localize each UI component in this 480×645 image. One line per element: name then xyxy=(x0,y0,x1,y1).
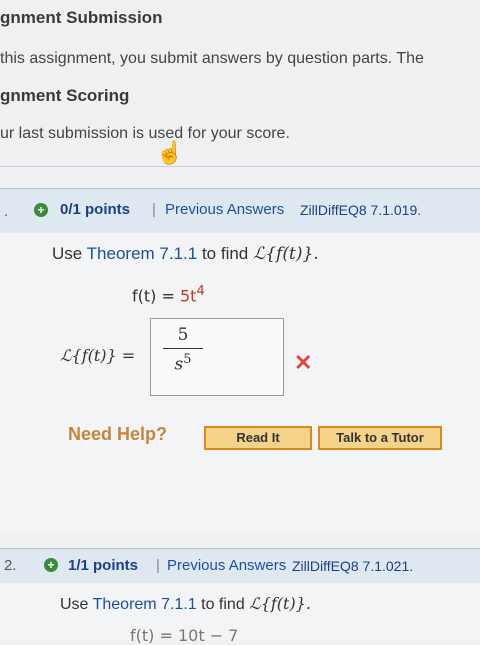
expand-plus-icon[interactable]: + xyxy=(34,203,48,217)
laplace-label: ℒ{f(t)} = xyxy=(60,346,136,365)
answer-box[interactable]: 5 s5 xyxy=(150,318,284,396)
prompt2-to-find: to find xyxy=(201,596,245,613)
prompt-use: Use xyxy=(52,244,83,263)
divider xyxy=(0,166,480,167)
talk-to-tutor-button[interactable]: Talk to a Tutor xyxy=(318,426,442,450)
read-it-button[interactable]: Read It xyxy=(204,426,312,450)
question-1-header: . + 0/1 points | Previous Answers ZillDi… xyxy=(0,188,480,234)
previous-answers-link-2[interactable]: Previous Answers xyxy=(167,557,286,574)
separator-2: | xyxy=(156,557,160,574)
need-help-label: Need Help? xyxy=(68,424,168,444)
prompt2-use: Use xyxy=(60,596,89,613)
question-2-header: 2. + 1/1 points | Previous Answers ZillD… xyxy=(0,548,480,584)
expand-plus-icon-2[interactable]: + xyxy=(44,558,58,572)
incorrect-x-icon: ✕ xyxy=(294,350,313,375)
separator: | xyxy=(152,201,156,218)
assignment-scoring-text: ur last submission is used for your scor… xyxy=(0,125,290,142)
question-2-code: ZillDiffEQ8 7.1.021. xyxy=(292,558,414,574)
prompt2-laplace: ℒ{f(t)}. xyxy=(249,594,311,613)
theorem-link[interactable]: Theorem 7.1.1 xyxy=(87,244,198,263)
prompt-laplace: ℒ{f(t)}. xyxy=(253,244,319,264)
prompt-to-find: to find xyxy=(201,244,249,263)
previous-answers-link[interactable]: Previous Answers xyxy=(165,201,284,218)
hand-cursor-icon: ☝ xyxy=(156,140,184,165)
function-rhs: 5t xyxy=(179,286,197,306)
assignment-submission-heading: gnment Submission xyxy=(0,8,163,27)
function-definition-2: f(t) = 10t − 7 xyxy=(130,626,239,645)
question-1-prompt: Use Theorem 7.1.1 to find ℒ{f(t)}. xyxy=(52,244,319,264)
answer-numerator: 5 xyxy=(177,325,189,345)
assignment-submission-text: this assignment, you submit answers by q… xyxy=(0,50,424,67)
question-1-code: ZillDiffEQ8 7.1.019. xyxy=(300,202,422,218)
function-definition: f(t) = 5t4 xyxy=(132,284,205,305)
question-2-points: 1/1 points xyxy=(68,557,139,574)
answer-fraction: 5 s5 xyxy=(163,325,203,375)
function-lhs: f(t) = xyxy=(132,286,180,306)
fraction-bar xyxy=(163,348,203,349)
assignment-scoring-heading: gnment Scoring xyxy=(0,86,130,105)
question-2-number: 2. xyxy=(4,557,17,574)
function-exponent: 4 xyxy=(196,284,205,299)
theorem-link-2[interactable]: Theorem 7.1.1 xyxy=(93,596,197,613)
question-1-points: 0/1 points xyxy=(60,201,131,218)
question-2-prompt: Use Theorem 7.1.1 to find ℒ{f(t)}. xyxy=(60,594,311,614)
question-1-number: . xyxy=(4,203,9,220)
answer-denominator: s5 xyxy=(174,352,192,375)
